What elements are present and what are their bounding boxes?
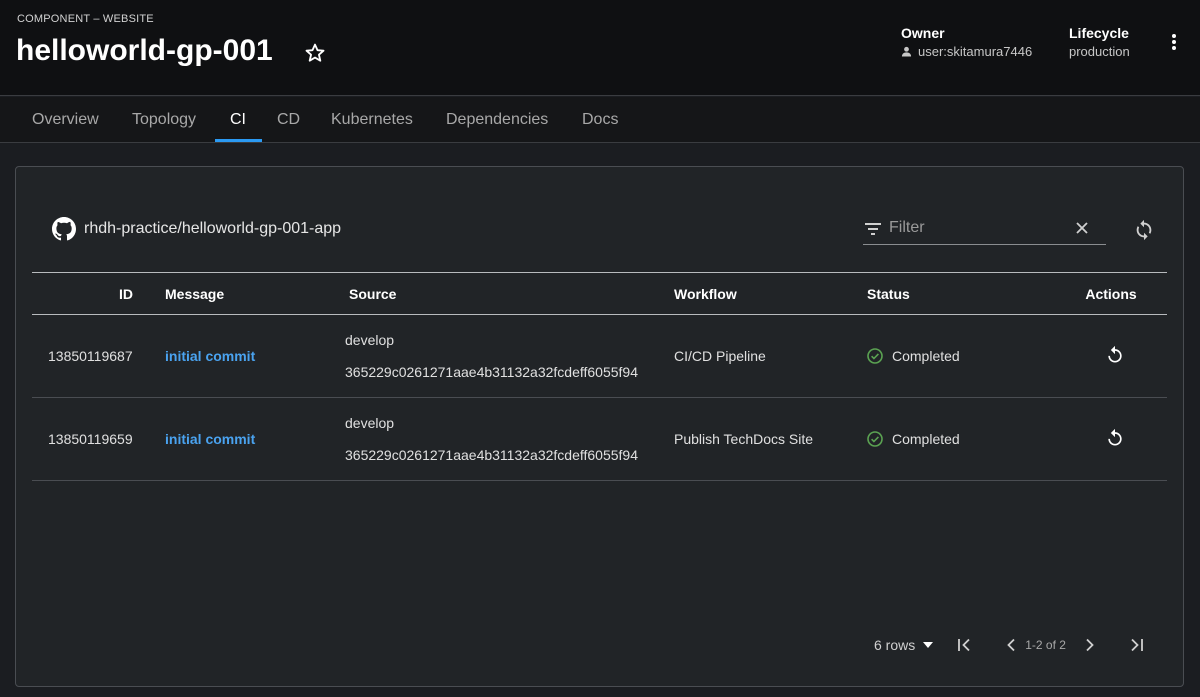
status-badge: Completed [867, 431, 1055, 447]
filter-icon [865, 223, 881, 235]
build-id: 13850119659 [32, 397, 149, 481]
tab-kubernetes[interactable]: Kubernetes [331, 111, 413, 129]
caret-down-icon [923, 642, 934, 648]
refresh-icon[interactable] [1133, 219, 1155, 241]
column-header-message[interactable]: Message [149, 272, 339, 315]
table-row: 13850119687 initial commit develop 36522… [32, 314, 1167, 398]
kebab-icon[interactable] [1167, 32, 1181, 52]
github-icon [52, 217, 76, 241]
check-circle-icon [867, 431, 883, 447]
prev-page-icon[interactable] [1001, 635, 1021, 655]
status-text: Completed [892, 431, 960, 447]
repo-name: rhdh-practice/helloworld-gp-001-app [84, 220, 342, 237]
ci-card: rhdh-practice/helloworld-gp-001-app ID M… [15, 166, 1184, 687]
last-page-icon[interactable] [1126, 635, 1146, 655]
rows-per-page-select[interactable]: 6 rows [874, 637, 934, 653]
status-badge: Completed [867, 348, 1055, 364]
filter-field [863, 213, 1106, 245]
status-text: Completed [892, 348, 960, 364]
pagination: 6 rows 1-2 of 2 [874, 635, 1146, 655]
source-cell: develop 365229c0261271aae4b31132a32fcdef… [339, 397, 664, 481]
first-page-icon[interactable] [955, 635, 975, 655]
filter-input[interactable] [889, 217, 1069, 239]
tab-docs[interactable]: Docs [582, 111, 618, 129]
workflow-name: CI/CD Pipeline [664, 314, 857, 398]
column-header-source[interactable]: Source [339, 272, 664, 315]
rows-per-page-value: 6 rows [874, 637, 916, 653]
source-sha: 365229c0261271aae4b31132a32fcdeff6055f94 [345, 447, 638, 463]
user-icon [901, 46, 912, 57]
column-header-actions: Actions [1055, 272, 1167, 315]
lifecycle-value: production [1069, 44, 1130, 59]
lifecycle-label: Lifecycle [1069, 25, 1129, 41]
source-sha: 365229c0261271aae4b31132a32fcdeff6055f94 [345, 364, 638, 380]
clear-icon[interactable] [1075, 221, 1089, 235]
tab-overview[interactable]: Overview [32, 111, 99, 129]
tab-dependencies[interactable]: Dependencies [446, 111, 548, 129]
repo-heading: rhdh-practice/helloworld-gp-001-app [52, 217, 341, 241]
workflow-name: Publish TechDocs Site [664, 397, 857, 481]
check-circle-icon [867, 348, 883, 364]
page-range: 1-2 of 2 [1025, 638, 1066, 652]
column-header-id[interactable]: ID [32, 272, 149, 315]
source-branch: develop [345, 332, 395, 348]
active-tab-indicator [215, 139, 262, 142]
source-branch: develop [345, 415, 395, 431]
build-id: 13850119687 [32, 314, 149, 398]
tab-bar: Overview Topology CI CD Kubernetes Depen… [0, 97, 1200, 143]
owner-info: Owner user:skitamura7446 [901, 25, 1032, 59]
tab-cd[interactable]: CD [277, 111, 300, 129]
rerun-icon[interactable] [1105, 345, 1125, 365]
owner-label: Owner [901, 25, 945, 41]
commit-message-link[interactable]: initial commit [149, 397, 339, 481]
table-row: 13850119659 initial commit develop 36522… [32, 397, 1167, 481]
column-header-status[interactable]: Status [857, 272, 1055, 315]
rerun-icon[interactable] [1105, 428, 1125, 448]
ci-builds-table: ID Message Source Workflow Status Action… [32, 272, 1167, 481]
page-header: COMPONENT – WEBSITE helloworld-gp-001 Ow… [0, 0, 1200, 96]
owner-link[interactable]: user:skitamura7446 [918, 44, 1032, 59]
next-page-icon[interactable] [1080, 635, 1100, 655]
lifecycle-info: Lifecycle production [1069, 25, 1130, 59]
entity-kind: COMPONENT – WEBSITE [17, 13, 154, 25]
column-header-workflow[interactable]: Workflow [664, 272, 857, 315]
star-icon[interactable] [304, 42, 326, 64]
page-title: helloworld-gp-001 [16, 34, 273, 67]
source-cell: develop 365229c0261271aae4b31132a32fcdef… [339, 314, 664, 398]
tab-topology[interactable]: Topology [132, 111, 196, 129]
tab-ci[interactable]: CI [230, 111, 246, 129]
commit-message-link[interactable]: initial commit [149, 314, 339, 398]
